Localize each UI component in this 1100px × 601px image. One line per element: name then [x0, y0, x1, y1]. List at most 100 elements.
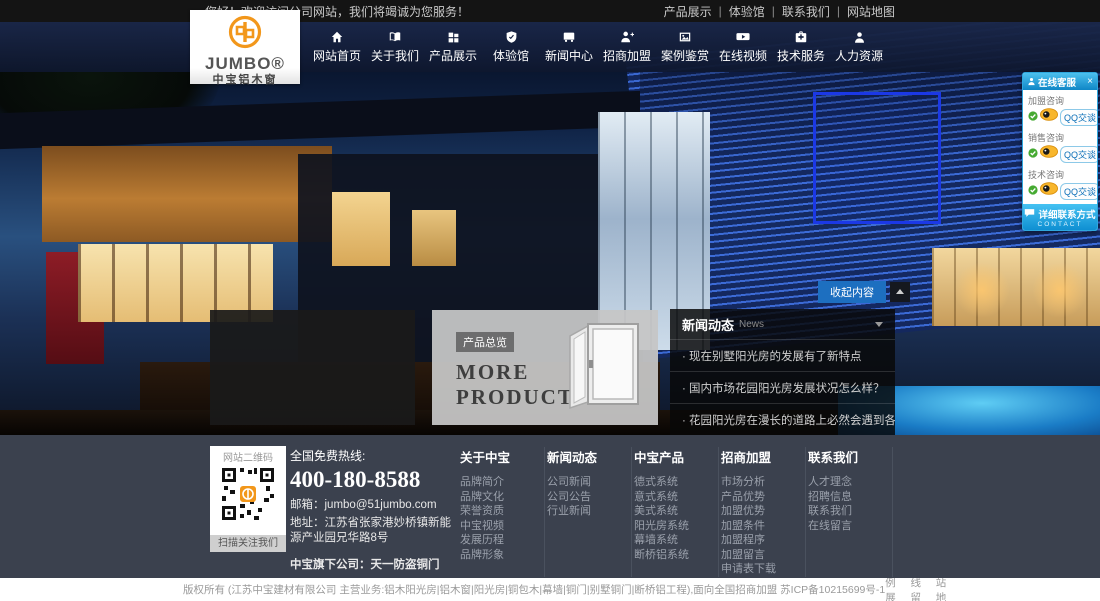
- nav-item-home[interactable]: 网站首页: [308, 22, 366, 72]
- footer: 网站二维码: [0, 435, 1100, 578]
- collapse-content-button[interactable]: 收起内容: [818, 281, 886, 303]
- footer-contact-block: 全国免费热线: 400-180-8588 邮箱：jumbo@51jumbo.co…: [290, 447, 458, 572]
- hero-light-glow: [1030, 260, 1090, 320]
- top-link-sitemap[interactable]: 网站地图: [847, 3, 895, 20]
- qq-group-technical: 技术咨询 QQ交谈: [1023, 164, 1097, 201]
- footer-link[interactable]: 联系我们: [808, 504, 892, 518]
- hero-lit-window: [332, 192, 390, 266]
- nav-item-service[interactable]: 技术服务: [772, 22, 830, 72]
- photo-icon: [678, 30, 692, 44]
- online-status-icon: [1028, 108, 1038, 126]
- logo-subtitle-text: 中宝铝木窗: [213, 71, 278, 87]
- footer-link[interactable]: 加盟程序: [721, 533, 805, 547]
- online-service-title: 在线客服: [1038, 75, 1085, 89]
- footer-link[interactable]: 招聘信息: [808, 490, 892, 504]
- qq-penguin-icon: [1040, 145, 1058, 163]
- qr-title: 网站二维码: [210, 446, 286, 466]
- contact-details-label: 详细联系方式: [1038, 207, 1095, 221]
- footer-column-franchise: 招商加盟 市场分析 产品优势 加盟优势 加盟条件 加盟程序 加盟留言 申请表下载: [719, 447, 806, 577]
- footer-link[interactable]: 幕墙系统: [634, 533, 718, 547]
- top-link-showroom[interactable]: 体验馆: [729, 3, 765, 20]
- top-bar: 您好！欢迎访问公司网站，我们将竭诚为您服务！ 产品展示 | 体验馆 | 联系我们…: [0, 0, 1100, 22]
- footer-link[interactable]: 荣誉资质: [460, 504, 544, 518]
- footer-link[interactable]: 品牌文化: [460, 490, 544, 504]
- footer-link[interactable]: 中宝视频: [460, 519, 544, 533]
- footer-link[interactable]: 意式系统: [634, 490, 718, 504]
- qq-group-sales: 销售咨询 QQ交谈: [1023, 127, 1097, 164]
- footer-link[interactable]: 发展历程: [460, 533, 544, 547]
- nav-item-about[interactable]: 关于我们: [366, 22, 424, 72]
- qr-caption: 扫描关注我们: [210, 535, 286, 552]
- footer-link[interactable]: 公司新闻: [547, 475, 631, 489]
- online-service-panel: 在线客服 × 加盟咨询 QQ交谈 销售咨询 QQ交谈 技术咨询: [1022, 72, 1098, 231]
- collapse-toggle-button[interactable]: [890, 282, 910, 302]
- footer-link[interactable]: 品牌形象: [460, 548, 544, 562]
- copyright-text: 版权所有 (江苏中宝建材有限公司 主营业务:铝木阳光房|铝木窗|阳光房|铜包木|…: [183, 582, 885, 597]
- footer-link[interactable]: 加盟留言: [721, 548, 805, 562]
- nav-item-products[interactable]: 产品展示: [424, 22, 482, 72]
- footer-link[interactable]: 美式系统: [634, 504, 718, 518]
- footer-link[interactable]: 阳光房系统: [634, 519, 718, 533]
- footer-link[interactable]: 行业新闻: [547, 504, 631, 518]
- news-item[interactable]: · 花园阳光房在漫长的道路上必然会遇到各种挑战: [670, 403, 895, 435]
- bottom-bar: 版权所有 (江苏中宝建材有限公司 主营业务:铝木阳光房|铝木窗|阳光房|铜包木|…: [0, 578, 1100, 601]
- footer-email: 邮箱：jumbo@51jumbo.com: [290, 498, 458, 513]
- nav-item-showroom[interactable]: 体验馆: [482, 22, 540, 72]
- page: 您好！欢迎访问公司网站，我们将竭诚为您服务！ 产品展示 | 体验馆 | 联系我们…: [0, 0, 1100, 601]
- news-item[interactable]: · 国内市场花园阳光房发展状况怎么样？: [670, 371, 895, 403]
- video-icon: [736, 30, 750, 44]
- news-panel: 新闻动态 News · 现在别墅阳光房的发展有了新特点 · 国内市场花园阳光房发…: [670, 309, 895, 435]
- nav-item-news[interactable]: 新闻中心: [540, 22, 598, 72]
- online-status-icon: [1028, 182, 1038, 200]
- footer-column-title: 关于中宝: [460, 447, 544, 466]
- qq-row: QQ交谈: [1028, 145, 1092, 163]
- qq-group-label: 加盟咨询: [1028, 94, 1092, 107]
- nav-item-hr[interactable]: 人力资源: [830, 22, 888, 72]
- footer-link[interactable]: 在线留言: [808, 519, 892, 533]
- contact-details-button[interactable]: 详细联系方式 CONTACT: [1023, 204, 1097, 230]
- qq-penguin-icon: [1040, 108, 1058, 126]
- nav-item-franchise[interactable]: 招商加盟: [598, 22, 656, 72]
- jumbo-emblem-icon: [227, 14, 263, 55]
- more-products-banner[interactable]: 产品总览 MORE PRODUCTS: [432, 310, 658, 425]
- footer-link[interactable]: 产品优势: [721, 490, 805, 504]
- close-icon[interactable]: ×: [1087, 77, 1093, 87]
- person-plus-icon: [620, 30, 634, 44]
- footer-address: 地址：江苏省张家港妙桥镇新能源产业园兄华路8号: [290, 516, 458, 546]
- footer-link[interactable]: 品牌简介: [460, 475, 544, 489]
- nav-item-label: 关于我们: [371, 47, 419, 64]
- online-status-icon: [1028, 145, 1038, 163]
- nav-item-label: 在线视频: [719, 47, 767, 64]
- footer-link[interactable]: 公司公告: [547, 490, 631, 504]
- hero-light-glow: [952, 260, 1012, 320]
- qq-chat-button[interactable]: QQ交谈: [1060, 146, 1098, 163]
- nav-item-videos[interactable]: 在线视频: [714, 22, 772, 72]
- nav-list: 网站首页 关于我们 产品展示 体验馆 新闻中心 招商加盟: [308, 22, 1100, 72]
- qq-chat-button[interactable]: QQ交谈: [1060, 109, 1098, 126]
- qq-group-franchise: 加盟咨询 QQ交谈: [1023, 90, 1097, 127]
- footer-link[interactable]: 市场分析: [721, 475, 805, 489]
- logo-brand-text: JUMBO®: [205, 56, 285, 71]
- qq-chat-button[interactable]: QQ交谈: [1060, 183, 1098, 200]
- footer-link[interactable]: 加盟条件: [721, 519, 805, 533]
- footer-link[interactable]: 加盟优势: [721, 504, 805, 518]
- footer-link[interactable]: 申请表下载: [721, 562, 805, 576]
- footer-link[interactable]: 断桥铝系统: [634, 548, 718, 562]
- chat-bubble-icon: [1024, 208, 1035, 221]
- person-icon: [853, 31, 866, 44]
- nav-item-cases[interactable]: 案例鉴赏: [656, 22, 714, 72]
- site-logo[interactable]: JUMBO® 中宝铝木窗: [190, 10, 300, 84]
- footer-link[interactable]: 德式系统: [634, 475, 718, 489]
- top-link-contact[interactable]: 联系我们: [782, 3, 830, 20]
- online-service-header: 在线客服 ×: [1023, 73, 1097, 90]
- caret-down-icon[interactable]: [875, 322, 883, 327]
- nav-item-label: 网站首页: [313, 47, 361, 64]
- footer-column-products: 中宝产品 德式系统 意式系统 美式系统 阳光房系统 幕墙系统 断桥铝系统: [632, 447, 719, 577]
- top-link-products[interactable]: 产品展示: [664, 3, 712, 20]
- footer-column-news: 新闻动态 公司新闻 公司公告 行业新闻: [545, 447, 632, 577]
- footer-link[interactable]: 人才理念: [808, 475, 892, 489]
- footer-column-title: 新闻动态: [547, 447, 631, 466]
- hero-lit-window: [412, 210, 456, 266]
- news-item[interactable]: · 现在别墅阳光房的发展有了新特点: [670, 339, 895, 371]
- person-icon: [1027, 73, 1036, 91]
